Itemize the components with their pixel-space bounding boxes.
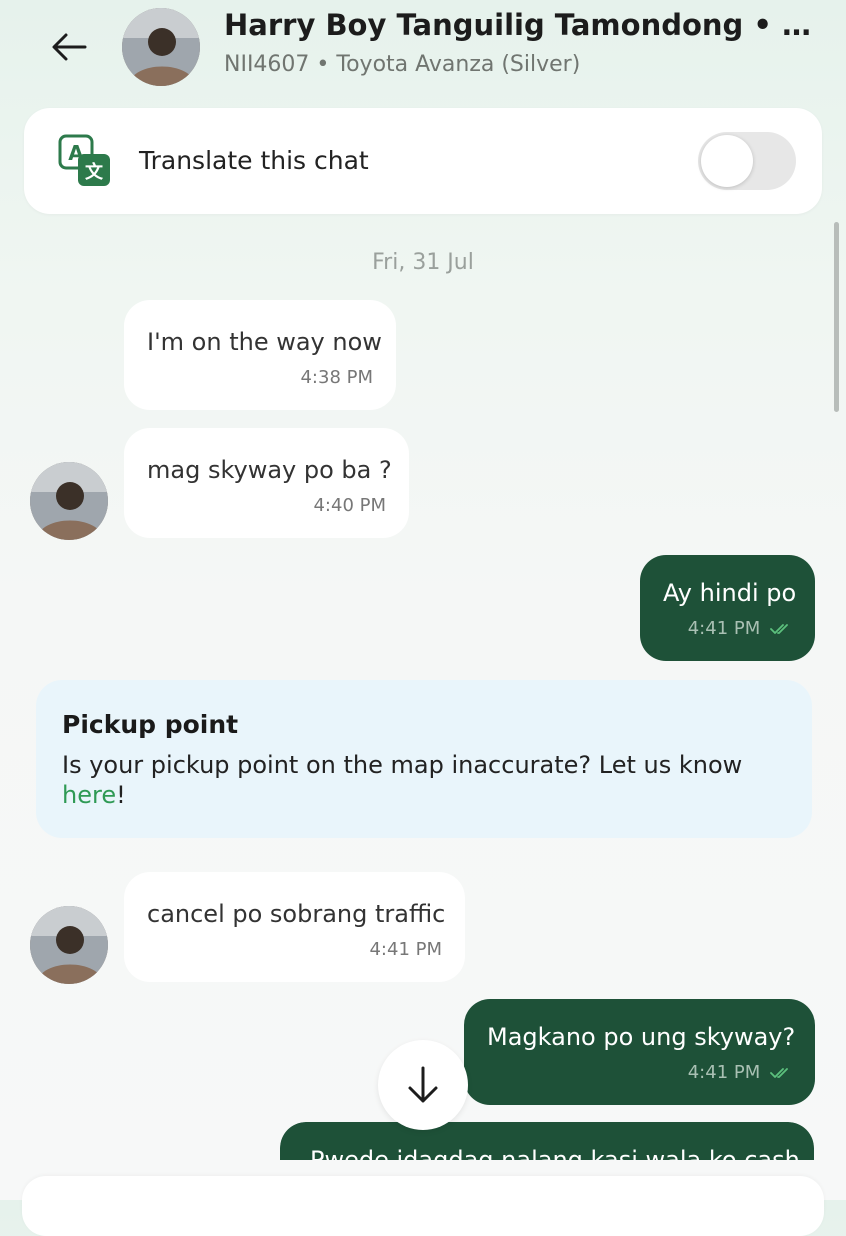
driver-avatar[interactable]: [30, 906, 108, 984]
date-separator: Fri, 31 Jul: [372, 250, 474, 275]
incoming-message[interactable]: I'm on the way now 4:38 PM: [124, 300, 396, 410]
message-time: 4:41 PM: [688, 618, 792, 639]
translate-icon: A 文: [58, 134, 112, 188]
chat-header: Harry Boy Tanguilig Tamondong • Sta... N…: [0, 0, 846, 100]
double-check-icon: [770, 624, 788, 634]
message-bubble: Pwede idagdag nalang kasi wala ko cash: [280, 1122, 814, 1160]
incoming-message[interactable]: mag skyway po ba ? 4:40 PM: [124, 428, 409, 538]
incoming-message[interactable]: cancel po sobrang traffic 4:41 PM: [124, 872, 465, 982]
arrow-left-icon: [52, 33, 87, 61]
outgoing-message[interactable]: Ay hindi po 4:41 PM: [640, 555, 815, 661]
message-text: I'm on the way now: [147, 328, 382, 356]
pickup-card-title: Pickup point: [62, 710, 239, 739]
arrow-down-icon: [408, 1066, 438, 1103]
double-check-icon: [770, 1068, 788, 1078]
message-input-panel[interactable]: [22, 1176, 824, 1236]
pickup-card-text: Is your pickup point on the map inaccura…: [62, 751, 743, 779]
message-text: Ay hindi po: [663, 579, 797, 607]
driver-avatar[interactable]: [30, 462, 108, 540]
svg-text:文: 文: [85, 161, 104, 183]
translate-label: Translate this chat: [139, 146, 369, 175]
message-time: 4:41 PM: [369, 939, 442, 960]
message-text: Pwede idagdag nalang kasi wala ko cash: [310, 1146, 800, 1160]
message-text: cancel po sobrang traffic: [147, 900, 446, 928]
message-time: 4:38 PM: [300, 367, 373, 388]
message-time: 4:40 PM: [313, 495, 386, 516]
message-text: Magkano po ung skyway?: [487, 1023, 796, 1051]
message-time-value: 4:41 PM: [687, 1062, 761, 1083]
outgoing-message[interactable]: Pwede idagdag nalang kasi wala ko cash: [280, 1122, 814, 1160]
outgoing-message[interactable]: Magkano po ung skyway? 4:41 PM: [464, 999, 815, 1105]
message-time: 4:41 PM: [688, 1062, 792, 1083]
scroll-to-bottom-button[interactable]: [378, 1040, 468, 1130]
pickup-card-body: Is your pickup point on the map inaccura…: [62, 750, 782, 810]
pickup-card-suffix: !: [116, 781, 126, 809]
vehicle-info: NII4607 • Toyota Avanza (Silver): [224, 52, 581, 77]
driver-name: Harry Boy Tanguilig Tamondong • Sta...: [224, 8, 824, 42]
message-text: mag skyway po ba ?: [147, 456, 392, 484]
back-button[interactable]: [44, 22, 94, 72]
message-time-value: 4:41 PM: [687, 618, 761, 639]
translate-card: A 文 Translate this chat: [24, 108, 822, 214]
pickup-point-card: Pickup point Is your pickup point on the…: [36, 680, 812, 838]
pickup-here-link[interactable]: here: [62, 781, 116, 809]
driver-avatar[interactable]: [122, 8, 200, 86]
translate-toggle[interactable]: [698, 132, 796, 190]
toggle-knob: [701, 135, 753, 187]
